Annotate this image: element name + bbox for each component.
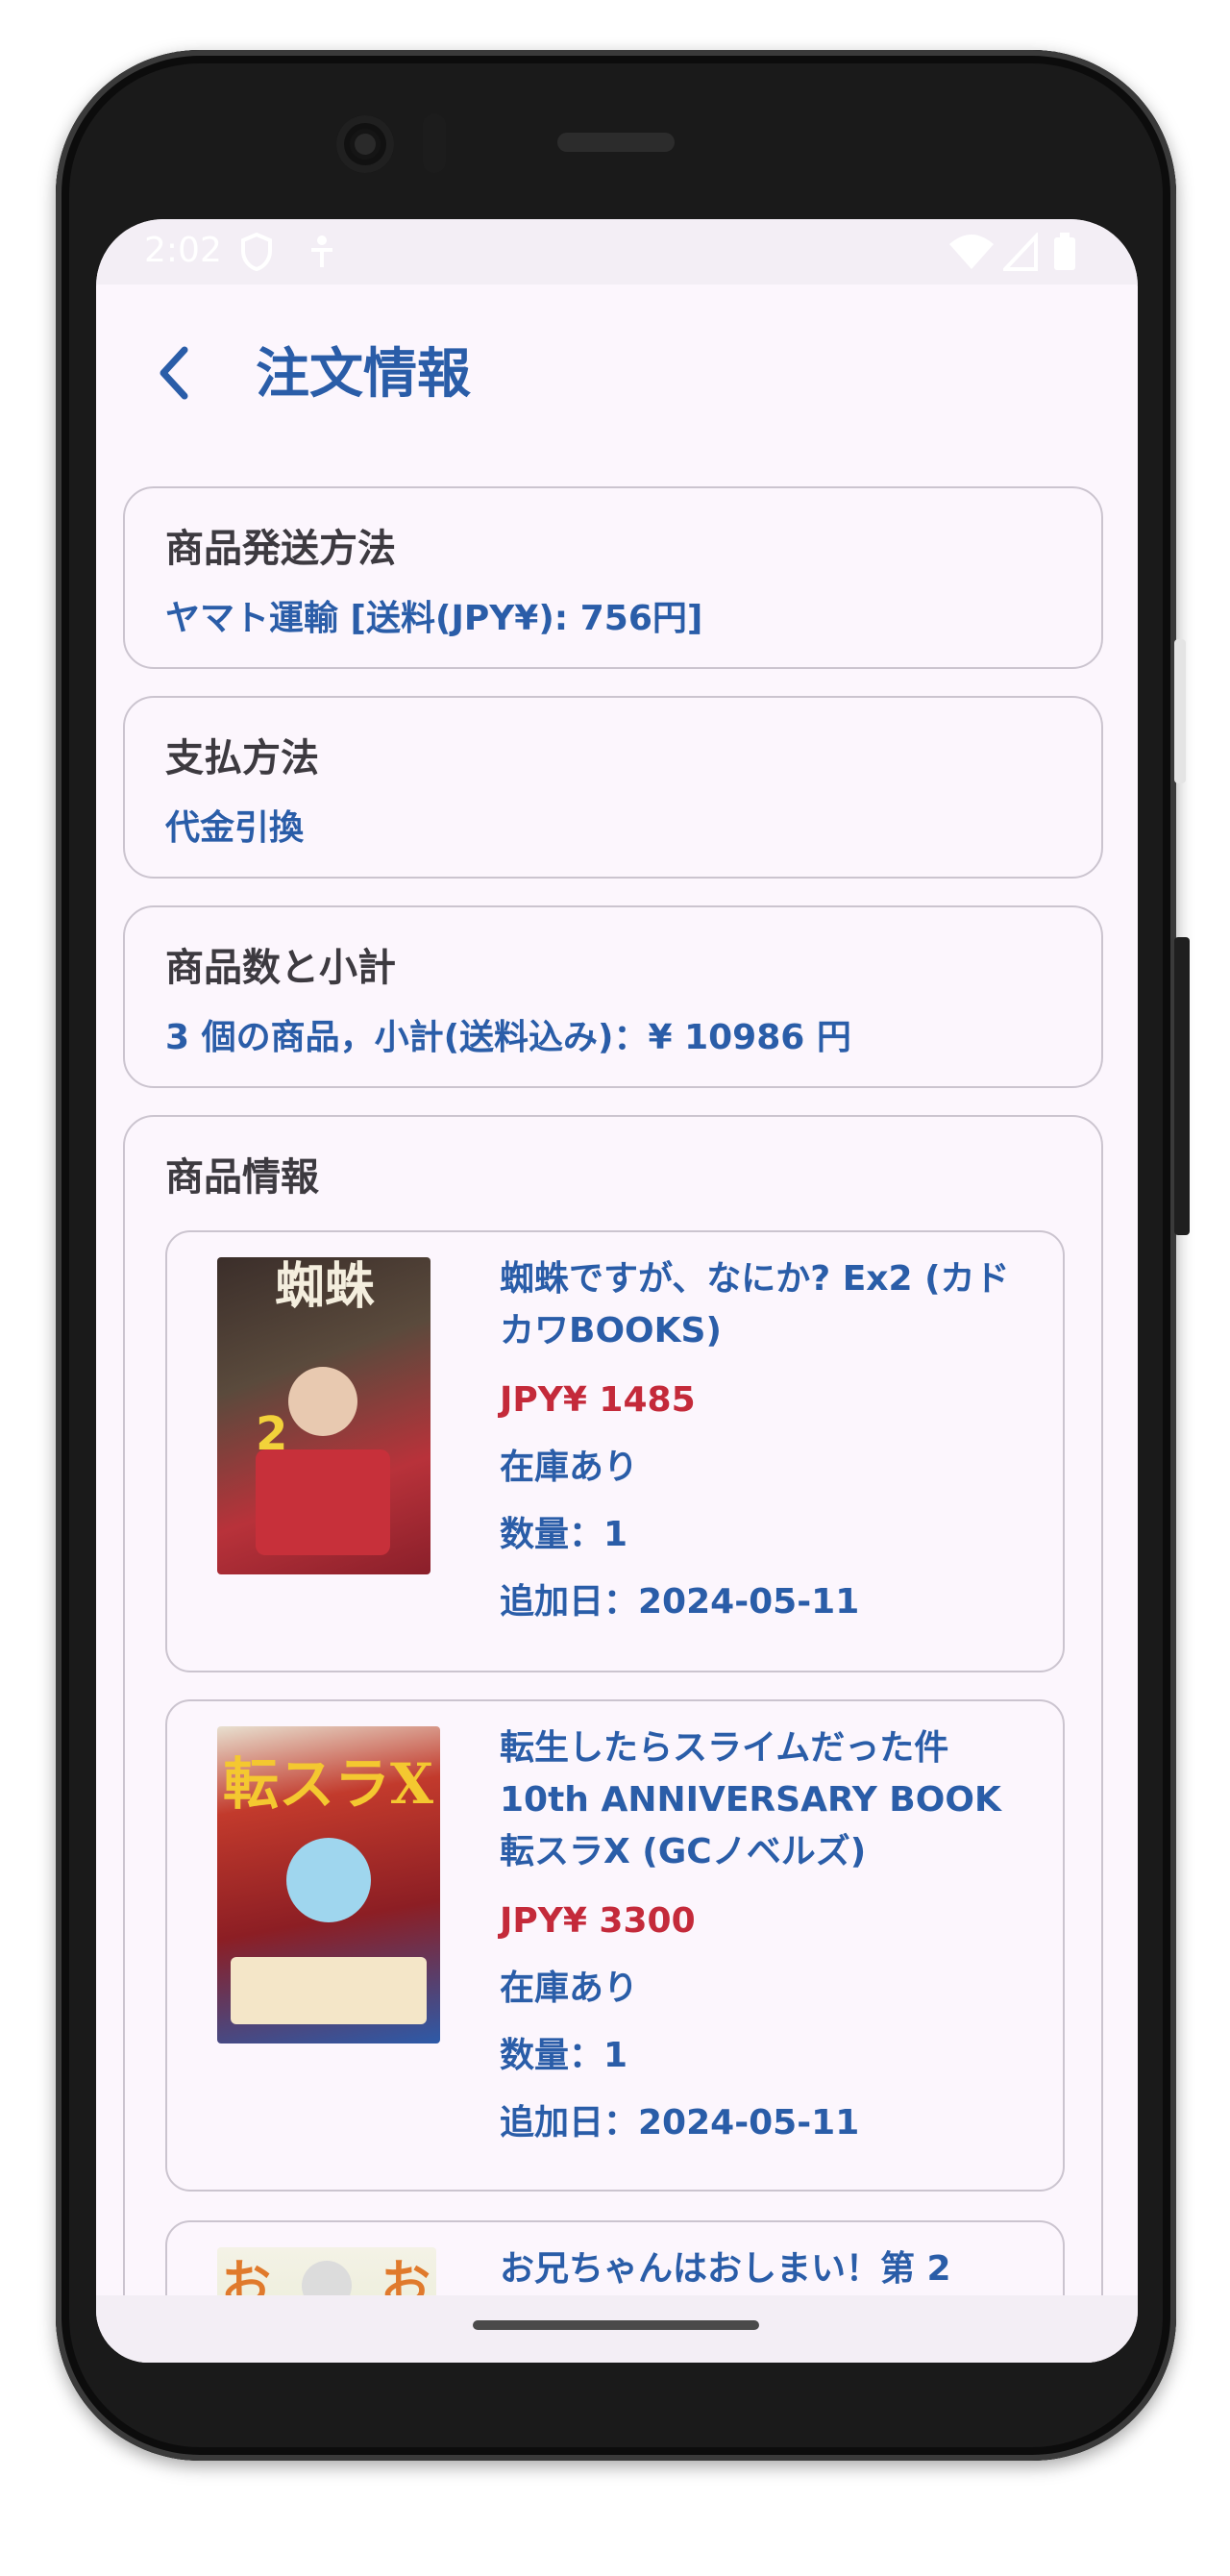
product-price: JPY¥ 1485	[500, 1380, 696, 1420]
earpiece-speaker	[557, 133, 675, 152]
home-indicator[interactable]	[473, 2320, 759, 2330]
book-cover-image: 蜘蛛 2	[217, 1257, 430, 1574]
item-count-subtotal-title: 商品数と小計	[165, 946, 396, 990]
product-stock: 在庫あり	[500, 1969, 639, 2008]
wifi-icon	[947, 233, 996, 280]
svg-text:2: 2	[256, 1407, 287, 1461]
item-count-subtotal-card: 商品数と小計 3 個の商品，小計(送料込み)：¥ 10986 円	[123, 905, 1103, 1088]
product-info-title: 商品情報	[165, 1155, 319, 1200]
product-item[interactable]: 蜘蛛 2 蜘蛛ですが、なにか? Ex2 (カドカワBOOKS) JPY¥ 148…	[165, 1230, 1065, 1672]
product-added-date: 追加日：2024-05-11	[500, 1582, 860, 1622]
status-time: 2:02	[144, 231, 222, 270]
shield-icon	[240, 232, 273, 280]
back-button[interactable]	[138, 334, 215, 411]
power-button	[1174, 937, 1190, 1235]
shipping-method-value: ヤマト運輸 [送料(JPY¥): 756円]	[165, 599, 703, 638]
product-added-date: 追加日：2024-05-11	[500, 2103, 860, 2143]
payment-method-title: 支払方法	[165, 736, 319, 780]
product-quantity: 数量：1	[500, 1515, 628, 1554]
signal-icon	[1000, 231, 1038, 280]
item-count-subtotal-value: 3 個の商品，小計(送料込み)：¥ 10986 円	[165, 1018, 851, 1057]
battery-icon	[1053, 233, 1076, 280]
page-title: 注文情報	[256, 343, 471, 406]
shipping-method-card: 商品発送方法 ヤマト運輸 [送料(JPY¥): 756円]	[123, 486, 1103, 669]
accessibility-icon	[308, 233, 336, 280]
payment-method-card: 支払方法 代金引換	[123, 696, 1103, 879]
product-name[interactable]: お兄ちゃんはおしまい！第 2	[500, 2243, 1038, 2295]
product-info-card: 商品情報 蜘蛛 2 蜘蛛ですが、なにか? Ex2 (カドカワBOOKS) JPY…	[123, 1115, 1103, 2363]
payment-method-value: 代金引換	[165, 808, 305, 848]
app-screen: 2:02 注文情報 商品発送方法 ヤマト運輸 [送料(JPY¥): 756円] …	[96, 219, 1138, 2363]
volume-button	[1174, 639, 1186, 783]
product-stock: 在庫あり	[500, 1448, 639, 1487]
chevron-left-icon	[160, 346, 188, 400]
product-quantity: 数量：1	[500, 2036, 628, 2075]
product-item[interactable]: 転スラX 転生したらスライムだった件 10th ANNIVERSARY BOOK…	[165, 1699, 1065, 2192]
product-name[interactable]: 蜘蛛ですが、なにか? Ex2 (カドカワBOOKS)	[500, 1253, 1038, 1357]
svg-text:転スラX: 転スラX	[223, 1751, 433, 1817]
shipping-method-title: 商品発送方法	[165, 527, 396, 571]
camera-lens	[355, 134, 376, 155]
status-bar: 2:02	[96, 219, 1138, 285]
product-price: JPY¥ 3300	[500, 1901, 696, 1941]
product-name[interactable]: 転生したらスライムだった件 10th ANNIVERSARY BOOK 転スラX…	[500, 1722, 1038, 1878]
book-cover-image: 転スラX	[217, 1726, 440, 2043]
proximity-sensor	[423, 113, 446, 173]
svg-text:蜘蛛: 蜘蛛	[275, 1257, 375, 1316]
